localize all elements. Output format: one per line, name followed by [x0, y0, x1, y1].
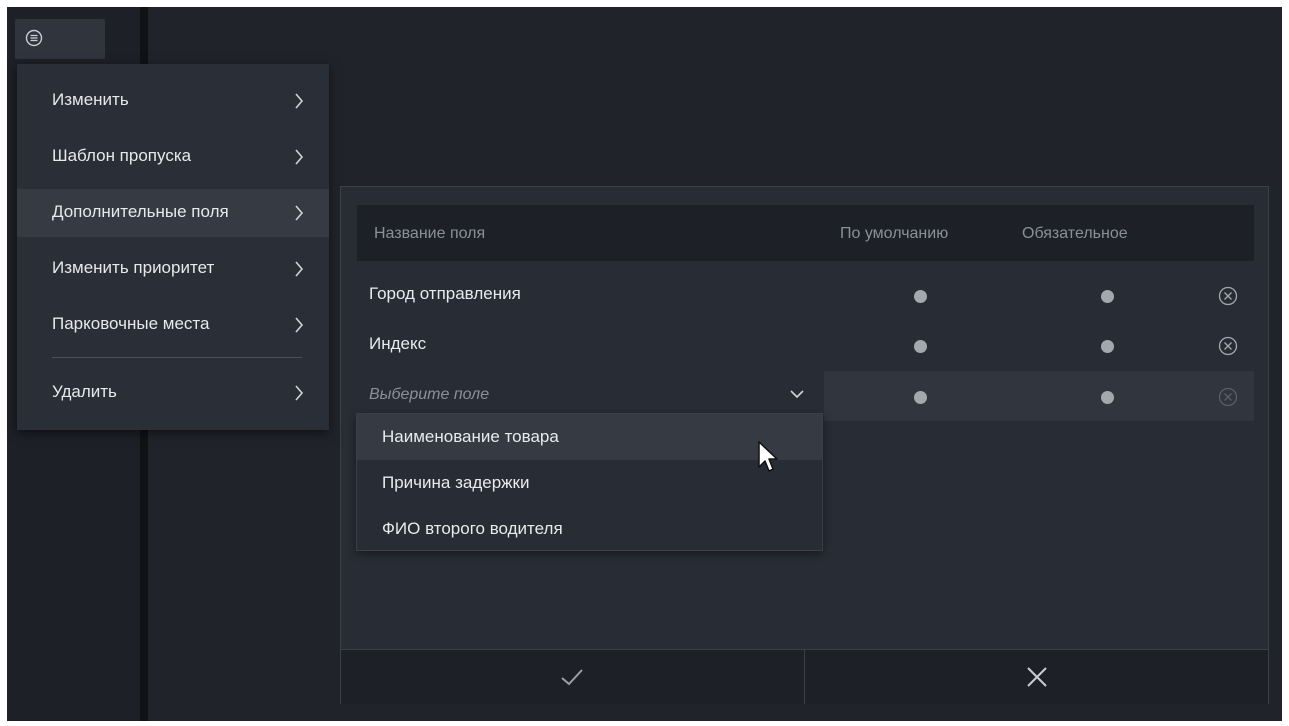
table-row: Город отправления: [357, 269, 1254, 319]
circle-x-icon[interactable]: [1218, 286, 1238, 306]
menu-item-parking-spaces[interactable]: Парковочные места: [17, 301, 329, 349]
circle-x-icon[interactable]: [1218, 336, 1238, 356]
default-toggle[interactable]: [914, 290, 927, 303]
field-dropdown: Наименование товара Причина задержки ФИО…: [356, 413, 823, 551]
chevron-down-icon[interactable]: [790, 389, 804, 399]
required-toggle[interactable]: [1101, 290, 1114, 303]
chevron-right-icon: [295, 149, 304, 165]
default-toggle[interactable]: [914, 391, 927, 404]
column-header-default: По умолчанию: [840, 225, 949, 242]
dropdown-option[interactable]: ФИО второго водителя: [357, 506, 822, 552]
menu-item-delete[interactable]: Удалить: [17, 369, 329, 417]
menu-divider: [52, 357, 302, 358]
menu-item-label: Удалить: [52, 382, 117, 401]
dropdown-option-label: Наименование товара: [382, 427, 559, 446]
chevron-right-icon: [295, 205, 304, 221]
chevron-right-icon: [295, 385, 304, 401]
cancel-button[interactable]: [805, 650, 1268, 704]
field-name: Город отправления: [369, 284, 521, 303]
required-toggle[interactable]: [1101, 391, 1114, 404]
menu-item-change-priority[interactable]: Изменить приоритет: [17, 245, 329, 293]
circle-x-icon: [1218, 387, 1238, 407]
default-toggle[interactable]: [914, 340, 927, 353]
column-header-name: Название поля: [374, 225, 486, 242]
menu-item-label: Дополнительные поля: [52, 202, 229, 221]
chevron-right-icon: [295, 317, 304, 333]
mouse-cursor-icon: [758, 441, 778, 472]
table-header: Название поля По умолчанию Обязательное: [357, 205, 1254, 261]
menu-item-additional-fields[interactable]: Дополнительные поля: [17, 189, 329, 237]
dropdown-option[interactable]: Наименование товара: [357, 414, 822, 460]
dropdown-option[interactable]: Причина задержки: [357, 460, 822, 506]
menu-item-pass-template[interactable]: Шаблон пропуска: [17, 133, 329, 181]
required-toggle[interactable]: [1101, 340, 1114, 353]
chevron-right-icon: [295, 93, 304, 109]
table-row: Индекс: [357, 319, 1254, 369]
context-menu: Изменить Шаблон пропуска Дополнительные …: [17, 64, 329, 430]
field-name: Индекс: [369, 334, 427, 353]
menu-item-edit[interactable]: Изменить: [17, 77, 329, 125]
menu-item-label: Парковочные места: [52, 314, 210, 333]
dropdown-option-label: Причина задержки: [382, 473, 530, 492]
menu-button[interactable]: [15, 19, 105, 59]
dropdown-option-label: ФИО второго водителя: [382, 519, 563, 538]
confirm-button[interactable]: [341, 650, 804, 704]
panel-footer: [341, 649, 1268, 704]
menu-item-label: Изменить: [52, 90, 129, 109]
column-header-required: Обязательное: [1022, 225, 1128, 242]
menu-item-label: Шаблон пропуска: [52, 146, 192, 165]
x-icon: [1027, 667, 1047, 687]
check-icon: [561, 669, 583, 686]
menu-item-label: Изменить приоритет: [52, 258, 215, 277]
field-select-placeholder: Выберите поле: [369, 386, 490, 403]
list-circle-icon: [25, 29, 43, 47]
chevron-right-icon: [295, 261, 304, 277]
app-window: Изменить Шаблон пропуска Дополнительные …: [0, 0, 1289, 726]
